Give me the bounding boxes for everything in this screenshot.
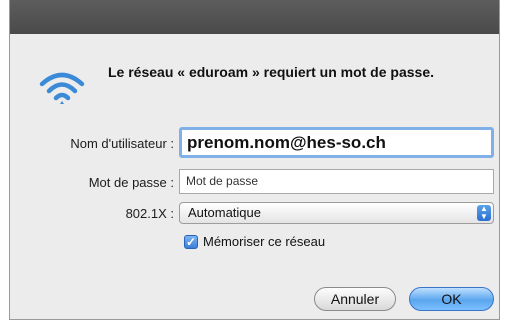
wifi-icon [39, 72, 85, 104]
username-field[interactable]: prenom.nom@hes-so.ch [179, 127, 494, 158]
wifi-password-dialog: Le réseau « eduroam » requiert un mot de… [9, 0, 500, 320]
password-label: Mot de passe : [88, 175, 174, 190]
username-label: Nom d'utilisateur : [70, 136, 174, 151]
dialog-message: Le réseau « eduroam » requiert un mot de… [108, 64, 434, 80]
auth-method-value: Automatique [188, 205, 261, 220]
cancel-button[interactable]: Annuler [314, 287, 396, 311]
window-titlebar[interactable] [10, 0, 499, 34]
auth-method-label: 802.1X : [125, 206, 174, 221]
remember-network-checkbox[interactable]: ✓ [184, 235, 198, 249]
checkmark-icon: ✓ [185, 235, 197, 249]
auth-method-select[interactable]: Automatique ▲ ▼ [179, 202, 494, 224]
ok-button[interactable]: OK [409, 287, 494, 311]
password-field[interactable]: Mot de passe [179, 169, 494, 194]
remember-network-label[interactable]: Mémoriser ce réseau [203, 234, 325, 249]
updown-arrows-icon: ▲ ▼ [477, 205, 491, 221]
